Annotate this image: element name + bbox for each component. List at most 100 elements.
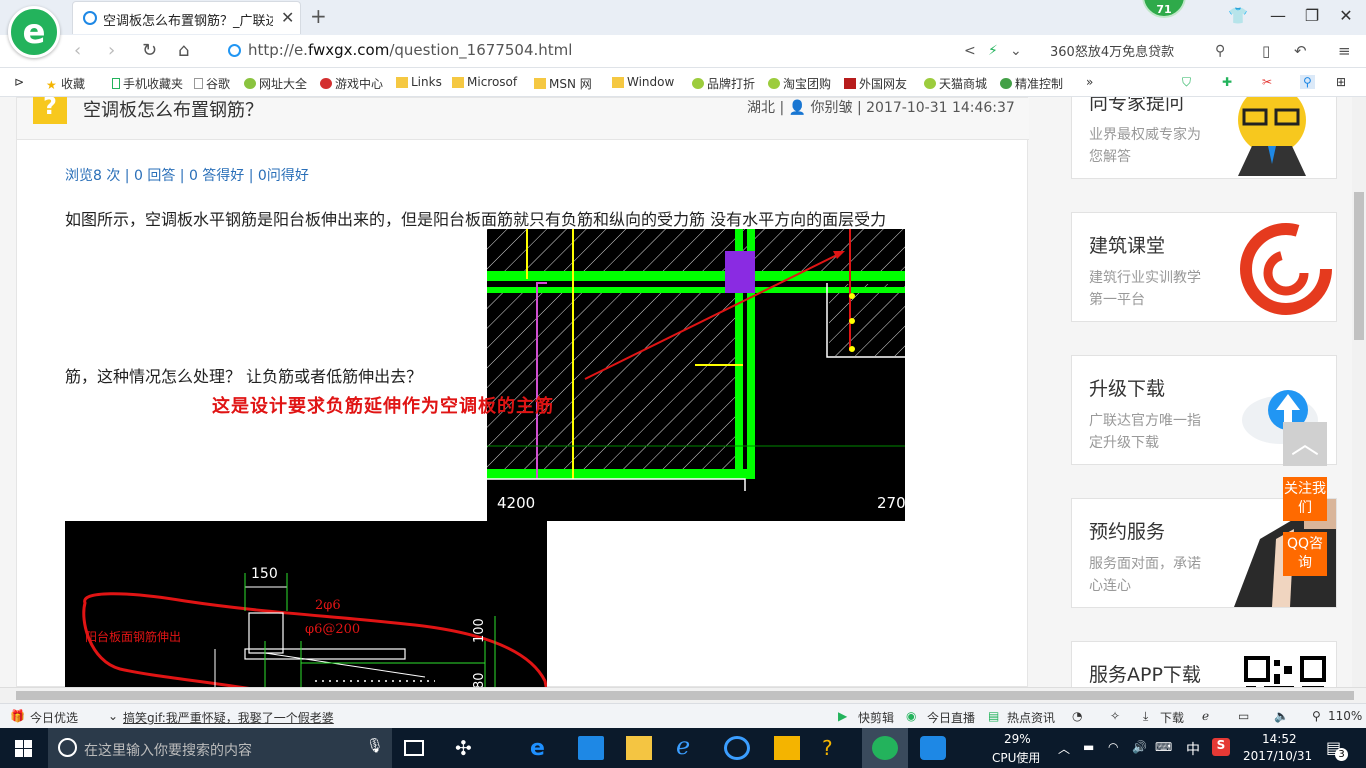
bookmark-tmall[interactable]: 天猫商城 <box>924 75 987 92</box>
lightning-icon[interactable]: ⚡ <box>988 43 998 59</box>
bookmark-microsoft[interactable]: Microsof <box>452 75 517 89</box>
file-explorer-icon[interactable] <box>626 736 652 760</box>
home-icon[interactable]: ⌂ <box>178 40 189 61</box>
back-icon[interactable]: ‹ <box>74 40 81 61</box>
share-icon[interactable]: < <box>964 43 976 59</box>
horizontal-scrollbar[interactable] <box>0 687 1366 703</box>
bookmark-taobao[interactable]: 淘宝团购 <box>768 75 831 92</box>
clock-time[interactable]: 14:52 <box>1262 732 1297 746</box>
task-view-icon[interactable] <box>404 740 424 756</box>
addon-icon[interactable]: ✚ <box>1222 75 1232 89</box>
question-region[interactable]: 湖北 <box>747 100 775 116</box>
browser-taskbar-icon[interactable] <box>872 736 898 760</box>
ie-compat-icon[interactable]: ℯ <box>1202 709 1209 723</box>
taskbar-search-box[interactable]: 在这里输入你要搜索的内容 🎙 <box>48 728 392 768</box>
wifi-icon[interactable]: ◠ <box>1108 740 1118 754</box>
status-zoom[interactable]: 110% <box>1328 709 1362 723</box>
bookmark-label: 品牌打折 <box>707 77 756 91</box>
microphone-icon[interactable]: 🎙 <box>366 738 384 754</box>
windows-start-icon[interactable] <box>15 740 32 757</box>
tab-close-icon[interactable]: ✕ <box>281 8 294 27</box>
question-meta: 湖北 | 👤 你别皱 | 2017-10-31 14:46:37 <box>747 100 1015 116</box>
vertical-scrollbar[interactable] <box>1352 97 1366 687</box>
cad-image-section[interactable]: 150 2φ6 φ6@200 阳台板面钢筋伸出 100 80 <box>65 521 547 687</box>
chevron-down-icon[interactable]: ⌄ <box>1010 43 1022 59</box>
notes-icon[interactable] <box>774 736 800 760</box>
tray-chevron-icon[interactable]: ︿ <box>1058 740 1070 757</box>
vertical-scroll-thumb[interactable] <box>1354 192 1364 340</box>
bookmark-links[interactable]: Links <box>396 75 442 89</box>
question-user[interactable]: 你别皱 <box>811 100 853 116</box>
bookmark-hao[interactable]: 网址大全 <box>244 75 307 92</box>
edge-icon[interactable]: e <box>530 736 556 761</box>
close-window-icon[interactable]: ✕ <box>1326 6 1366 25</box>
menu-icon[interactable]: ≡ <box>1338 42 1351 60</box>
flag-icon <box>844 78 856 89</box>
cad-dim-150: 150 <box>251 566 278 582</box>
volume-icon[interactable]: 🔊 <box>1132 740 1147 754</box>
cad-image-plan[interactable]: 4200 270 <box>487 229 905 521</box>
sidebar-card-app[interactable]: 服务APP下载 <box>1071 641 1337 687</box>
pin-icon[interactable]: ✧ <box>1110 709 1120 723</box>
grid-icon[interactable]: ⊞ <box>1336 75 1346 89</box>
zoom-tool-icon[interactable]: ⚲ <box>1300 75 1315 89</box>
ie-taskbar-icon[interactable]: ℯ <box>676 732 702 760</box>
pinwheel-icon[interactable]: ✣ <box>455 736 481 760</box>
status-news-link[interactable]: 搞笑gif:我严重怀疑，我娶了一个假老婆 <box>123 709 334 726</box>
status-kuaijianji[interactable]: 快剪辑 <box>858 709 894 726</box>
search-icon[interactable]: ⚲ <box>1215 43 1225 59</box>
store-icon[interactable] <box>578 736 604 760</box>
cad-label-phi6: φ6@200 <box>305 622 360 637</box>
ime-indicator[interactable]: 中 <box>1186 739 1200 759</box>
leaf-icon <box>768 78 780 89</box>
window-icon[interactable]: ▭ <box>1238 709 1249 723</box>
sogou-icon[interactable]: S <box>1212 738 1230 756</box>
app-g-icon[interactable] <box>724 736 750 760</box>
keyboard-icon[interactable]: ⌨ <box>1155 740 1172 754</box>
back-to-top-button[interactable]: ︿ <box>1283 422 1327 466</box>
follow-us-button[interactable]: 关注我们 <box>1283 477 1327 521</box>
more-bookmarks-icon[interactable]: » <box>1086 75 1093 89</box>
new-tab-button[interactable]: + <box>310 4 327 28</box>
bookmark-favorites[interactable]: ★ 收藏 <box>46 75 85 92</box>
column-marker <box>725 251 755 293</box>
bookmark-brand[interactable]: 品牌打折 <box>692 75 755 92</box>
bookmark-google[interactable]: 谷歌 <box>194 75 230 92</box>
question-header: ? 空调板怎么布置钢筋？ 湖北 | 👤 你别皱 | 2017-10-31 14:… <box>17 97 1029 140</box>
status-download[interactable]: 下载 <box>1160 709 1184 726</box>
scissors-icon[interactable]: ✂ <box>1262 75 1272 89</box>
mute-icon[interactable]: 🔈 <box>1274 709 1289 723</box>
browser-logo[interactable]: e <box>8 6 60 58</box>
bookmarks-bar: ⊳ ★ 收藏 手机收藏夹 谷歌 网址大全 游戏中心 Links Microsof … <box>0 69 1366 97</box>
skin-icon[interactable]: 👕 <box>1218 6 1258 25</box>
shield-icon[interactable]: ⛉ <box>1182 75 1191 90</box>
clock-date[interactable]: 2017/10/31 <box>1243 749 1312 763</box>
horizontal-scroll-thumb[interactable] <box>16 691 1354 700</box>
browser-tab[interactable]: 空调板怎么布置钢筋？_广联达服 ✕ <box>72 1 301 34</box>
app-plus-icon[interactable] <box>920 736 946 760</box>
status-live[interactable]: 今日直播 <box>927 709 975 726</box>
phone-icon[interactable]: ▯ <box>1262 42 1270 60</box>
sidebar-card-expert[interactable]: 向专家提问 业界最权威专家为您解答 <box>1071 97 1337 179</box>
bookmark-games[interactable]: 游戏中心 <box>320 75 383 92</box>
notification-badge[interactable]: 71 <box>1142 0 1186 18</box>
bookmark-msn[interactable]: MSN 网 <box>534 75 592 92</box>
undo-icon[interactable]: ↶ <box>1294 42 1307 60</box>
qq-consult-button[interactable]: QQ咨询 <box>1283 532 1327 576</box>
status-today-picks[interactable]: 今日优选 <box>30 709 78 726</box>
taskbar: 在这里输入你要搜索的内容 🎙 ✣ e ℯ ? 29% CPU使用 ︿ ▬ ◠ 🔊… <box>0 728 1366 768</box>
speed-icon[interactable]: ◔ <box>1072 709 1082 723</box>
sidebar-card-course[interactable]: 建筑课堂 建筑行业实训教学第一平台 <box>1071 212 1337 322</box>
status-hot[interactable]: 热点资讯 <box>1007 709 1055 726</box>
ad-link[interactable]: 360怒放4万免息贷款 <box>1050 41 1174 60</box>
bookmark-windows[interactable]: Window <box>612 75 674 89</box>
bookmark-mobile[interactable]: 手机收藏夹 <box>112 75 183 92</box>
download-icon: ⤓ <box>1143 709 1149 723</box>
bookmark-foreign[interactable]: 外国网友 <box>844 75 907 92</box>
usb-icon[interactable]: ▬ <box>1083 740 1094 754</box>
bookmark-precise[interactable]: 精准控制 <box>1000 75 1063 92</box>
forward-icon[interactable]: › <box>108 40 115 61</box>
sidebar-toggle-icon[interactable]: ⊳ <box>14 75 24 89</box>
help-app-icon[interactable]: ? <box>822 736 848 760</box>
refresh-icon[interactable]: ↻ <box>142 40 157 61</box>
